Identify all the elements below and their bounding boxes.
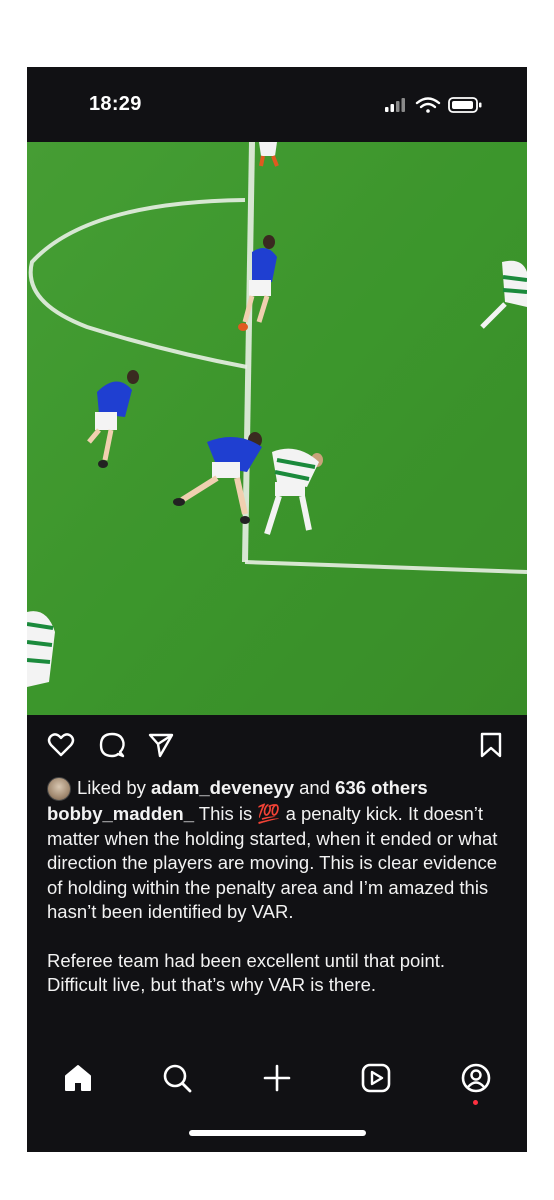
reels-icon[interactable]: [359, 1061, 393, 1095]
home-indicator[interactable]: [189, 1130, 366, 1136]
cellular-signal-icon: [385, 98, 405, 112]
caption-username[interactable]: bobby_madden_: [47, 803, 194, 824]
caption-paragraph: Difficult live, but that’s why VAR is th…: [47, 974, 377, 995]
status-time: 18:29: [89, 93, 142, 115]
search-icon[interactable]: [160, 1061, 194, 1095]
create-icon[interactable]: [260, 1061, 294, 1095]
profile-icon[interactable]: [459, 1061, 493, 1095]
wifi-icon: [415, 97, 441, 113]
post-actions: [27, 727, 527, 763]
post-photo[interactable]: [27, 142, 527, 715]
likes-others-count[interactable]: 636 others: [335, 777, 428, 798]
caption-text: This is: [194, 803, 258, 824]
notification-dot: [473, 1100, 478, 1105]
avatar[interactable]: [47, 777, 71, 801]
status-icons: [383, 95, 493, 115]
share-icon[interactable]: [147, 731, 175, 759]
likes-text: Liked by adam_deveneyy and 636 others: [77, 777, 428, 799]
liked-by-username[interactable]: adam_deveneyy: [151, 777, 294, 798]
status-bar: 18:29: [27, 67, 527, 142]
caption-paragraph: bobby_madden_ This is 💯 a penalty kick. …: [47, 802, 509, 925]
likes-prefix: Liked by: [77, 777, 152, 798]
likes-conjunction: and: [294, 777, 336, 798]
likes-summary[interactable]: Liked by adam_deveneyy and 636 others: [47, 775, 517, 803]
heart-icon[interactable]: [47, 731, 75, 759]
phone-screen: 18:29 Liked by adam_deveneyy and 636 oth…: [27, 67, 527, 1152]
home-icon[interactable]: [61, 1061, 95, 1095]
battery-icon: [448, 97, 482, 113]
hundred-points-emoji: 💯: [257, 803, 281, 824]
post-caption: bobby_madden_ This is 💯 a penalty kick. …: [47, 802, 509, 1045]
caption-paragraph: Referee team had been excellent until th…: [47, 949, 446, 971]
comment-icon[interactable]: [98, 731, 126, 759]
bookmark-icon[interactable]: [477, 731, 505, 759]
